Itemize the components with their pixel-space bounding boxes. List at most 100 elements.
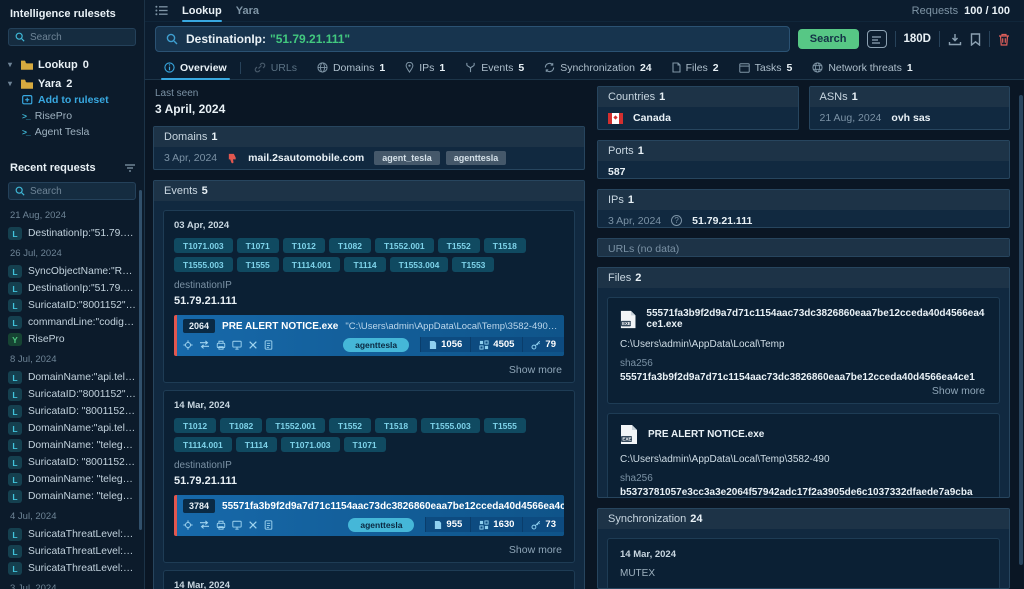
countries-card-header[interactable]: Countries1 bbox=[598, 87, 798, 107]
domains-card-header[interactable]: Domains1 bbox=[154, 127, 584, 147]
event-ip-value[interactable]: 51.79.21.111 bbox=[174, 295, 564, 307]
file-item[interactable]: EXE PRE ALERT NOTICE.exe C:\Users\admin\… bbox=[607, 413, 1000, 498]
mitre-technique-chip[interactable]: T1552.001 bbox=[266, 418, 325, 433]
asns-card-header[interactable]: ASNs1 bbox=[810, 87, 1010, 107]
mitre-technique-chip[interactable]: T1071 bbox=[237, 238, 279, 253]
mitre-technique-chip[interactable]: T1114 bbox=[236, 437, 277, 452]
files-card-header[interactable]: Files2 bbox=[598, 268, 1009, 288]
recent-request-item[interactable]: L DomainName:"api.telegr... bbox=[8, 420, 136, 437]
recent-request-item[interactable]: L SuricataID:"8001152" A... bbox=[8, 297, 136, 314]
tab-files[interactable]: Files2 bbox=[663, 56, 728, 80]
recent-request-item[interactable]: L DomainName: "telegram... bbox=[8, 471, 136, 488]
recent-request-item[interactable]: L SuricataID:"8001152" A... bbox=[8, 386, 136, 403]
bookmark-button[interactable] bbox=[970, 33, 981, 46]
recent-request-item[interactable]: L DomainName: "telegram... bbox=[8, 488, 136, 505]
tools-icon[interactable] bbox=[248, 340, 258, 350]
recent-request-item[interactable]: L SuricataThreatLevel:"ma... bbox=[8, 526, 136, 543]
tab-network-threats[interactable]: Network threats1 bbox=[803, 56, 921, 80]
recent-request-item[interactable]: L DestinationIp:"51.79.21... bbox=[8, 280, 136, 297]
mitre-technique-chip[interactable]: T1555 bbox=[484, 418, 526, 433]
mitre-technique-chip[interactable]: T1114.001 bbox=[174, 437, 232, 452]
mitre-technique-chip[interactable]: T1552.001 bbox=[375, 238, 434, 253]
recent-request-item[interactable]: Y RisePro bbox=[8, 331, 136, 348]
tab-yara[interactable]: Yara bbox=[236, 0, 259, 22]
mitre-technique-chip[interactable]: T1518 bbox=[484, 238, 526, 253]
tab-synchronization[interactable]: Synchronization24 bbox=[535, 56, 660, 80]
synchronization-card-header[interactable]: Synchronization24 bbox=[598, 509, 1009, 529]
tools-icon[interactable] bbox=[248, 520, 258, 530]
report-icon[interactable] bbox=[264, 520, 273, 530]
sidebar-item-agent-tesla-rule[interactable]: >_ Agent Tesla bbox=[8, 124, 136, 140]
process-row[interactable]: 3784 55571fa3b9f2d9a7d71c1154aac73dc3826… bbox=[174, 495, 564, 536]
mitre-technique-chip[interactable]: T1552 bbox=[438, 238, 480, 253]
recent-request-item[interactable]: L SyncObjectName:"Rmc" bbox=[8, 263, 136, 280]
domain-value[interactable]: mail.2sautomobile.com bbox=[248, 152, 364, 164]
recent-request-item[interactable]: L SuricataThreatLevel:"ma... bbox=[8, 543, 136, 560]
mitre-technique-chip[interactable]: T1012 bbox=[283, 238, 325, 253]
malware-family-tag[interactable]: agenttesla bbox=[348, 518, 414, 532]
printer-icon[interactable] bbox=[216, 520, 226, 530]
urls-card-header[interactable]: URLs (no data) bbox=[598, 239, 1009, 258]
country-row[interactable]: Canada bbox=[598, 107, 798, 129]
rulesets-search[interactable] bbox=[8, 28, 136, 46]
sidebar-item-yara-folder[interactable]: ▾ Yara 2 bbox=[8, 75, 136, 92]
malware-family-tag[interactable]: agenttesla bbox=[343, 338, 409, 352]
mitre-technique-chip[interactable]: T1553.004 bbox=[390, 257, 449, 272]
mitre-technique-chip[interactable]: T1552 bbox=[329, 418, 371, 433]
mitre-technique-chip[interactable]: T1071.003 bbox=[174, 238, 233, 253]
event-show-more-link[interactable]: Show more bbox=[174, 362, 564, 376]
recent-request-item[interactable]: L SuricataThreatLevel:"ma... bbox=[8, 560, 136, 577]
events-card-header[interactable]: Events5 bbox=[154, 181, 584, 201]
mitre-technique-chip[interactable]: T1114 bbox=[344, 257, 385, 272]
event-ip-value[interactable]: 51.79.21.111 bbox=[174, 475, 564, 487]
mitre-technique-chip[interactable]: T1555 bbox=[237, 257, 279, 272]
sha256-hash[interactable]: 55571fa3b9f2d9a7d71c1154aac73dc3826860ea… bbox=[620, 372, 987, 383]
tab-events[interactable]: Events5 bbox=[456, 56, 533, 80]
swap-arrows-icon[interactable] bbox=[199, 520, 210, 529]
tab-lookup[interactable]: Lookup bbox=[182, 0, 222, 22]
monitor-icon[interactable] bbox=[232, 340, 242, 350]
mitre-technique-chip[interactable]: T1071.003 bbox=[281, 437, 340, 452]
tab-tasks[interactable]: Tasks5 bbox=[730, 56, 802, 80]
mitre-technique-chip[interactable]: T1555.003 bbox=[421, 418, 480, 433]
ip-value[interactable]: 51.79.21.111 bbox=[692, 215, 752, 227]
mitre-technique-chip[interactable]: T1555.003 bbox=[174, 257, 233, 272]
rulesets-search-input[interactable] bbox=[30, 32, 129, 43]
mitre-technique-chip[interactable]: T1012 bbox=[174, 418, 216, 433]
mitre-technique-chip[interactable]: T1553 bbox=[452, 257, 494, 272]
file-item[interactable]: EXE 55571fa3b9f2d9a7d71c1154aac73dc38268… bbox=[607, 297, 1000, 404]
ips-card-header[interactable]: IPs1 bbox=[598, 190, 1009, 210]
sidebar-item-risepro-rule[interactable]: >_ RisePro bbox=[8, 108, 136, 124]
search-button[interactable]: Search bbox=[798, 29, 859, 49]
sidebar-scrollbar[interactable] bbox=[139, 190, 142, 530]
filter-icon[interactable] bbox=[124, 163, 136, 173]
report-icon[interactable] bbox=[264, 340, 273, 350]
sha256-hash[interactable]: b5373781057e3cc3a3e2064f57942adc17f2a390… bbox=[620, 487, 987, 498]
recent-request-item[interactable]: L DestinationIp:"51.79.21... bbox=[8, 225, 136, 242]
recent-request-item[interactable]: L SuricataID: "8001152" A... bbox=[8, 403, 136, 420]
sync-item[interactable]: 14 Mar, 2024 MUTEX bbox=[607, 538, 1000, 589]
ports-card-header[interactable]: Ports1 bbox=[598, 141, 1009, 161]
delete-button[interactable] bbox=[998, 33, 1010, 46]
swap-arrows-icon[interactable] bbox=[199, 340, 210, 349]
add-to-ruleset-button[interactable]: Add to ruleset bbox=[8, 92, 136, 108]
mitre-technique-chip[interactable]: T1071 bbox=[344, 437, 386, 452]
tab-urls[interactable]: URLs bbox=[245, 56, 306, 80]
port-row[interactable]: 587 bbox=[598, 161, 1009, 179]
recent-request-item[interactable]: L DomainName: "telegram... bbox=[8, 437, 136, 454]
sidebar-item-lookup-folder[interactable]: ▾ Lookup 0 bbox=[8, 56, 136, 73]
recent-request-item[interactable]: L commandLine:"codigo" ... bbox=[8, 314, 136, 331]
query-builder-button[interactable] bbox=[867, 30, 887, 48]
domain-row[interactable]: 3 Apr, 2024 mail.2sautomobile.com agent_… bbox=[154, 147, 584, 169]
recent-requests-search-input[interactable] bbox=[30, 186, 129, 197]
tab-overview[interactable]: Overview bbox=[155, 56, 236, 80]
file-show-more-link[interactable]: Show more bbox=[620, 383, 987, 397]
asn-row[interactable]: 21 Aug, 2024 ovh sas bbox=[810, 107, 1010, 129]
process-row[interactable]: 2064 PRE ALERT NOTICE.exe "C:\Users\admi… bbox=[174, 315, 564, 356]
printer-icon[interactable] bbox=[216, 340, 226, 350]
download-button[interactable] bbox=[948, 33, 962, 46]
mitre-technique-chip[interactable]: T1114.001 bbox=[283, 257, 341, 272]
main-scrollbar[interactable] bbox=[1019, 95, 1023, 565]
virus-icon[interactable] bbox=[183, 520, 193, 530]
tab-domains[interactable]: Domains1 bbox=[308, 56, 394, 80]
